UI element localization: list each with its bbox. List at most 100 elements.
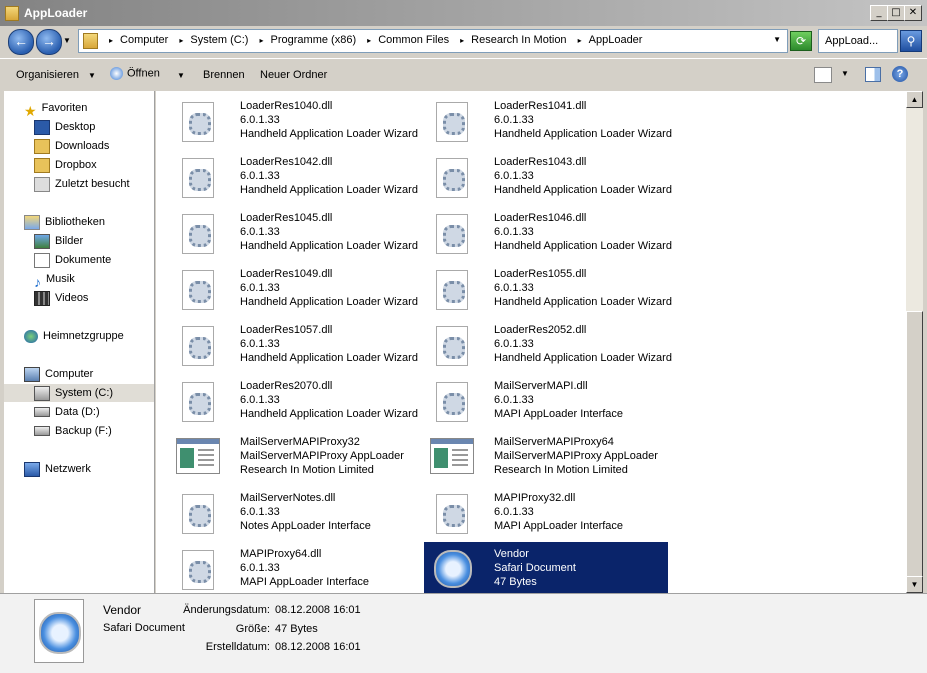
homegroup-icon — [24, 329, 38, 343]
file-tile[interactable]: LoaderRes1042.dll 6.0.1.33 Handheld Applic… — [170, 150, 418, 202]
details-file-name: Vendor — [103, 603, 142, 617]
title-bar[interactable]: AppLoader _ □ ✕ — [0, 0, 927, 26]
nav-homegroup[interactable]: Heimnetzgruppe — [24, 327, 124, 345]
file-name: MailServerMAPIProxy32 — [240, 436, 360, 448]
file-tile[interactable]: LoaderRes1041.dll 6.0.1.33 Handheld Applic… — [424, 94, 672, 146]
nav-favorites[interactable]: ★ Favoriten — [24, 99, 87, 119]
file-detail: Handheld Application Loader Wizard — [494, 352, 672, 364]
breadcrumb-item[interactable]: Computer — [120, 34, 168, 46]
forward-button[interactable]: → — [36, 29, 62, 55]
file-detail: MAPI AppLoader Interface — [494, 520, 624, 532]
nav-libraries[interactable]: Bibliotheken — [24, 213, 105, 231]
change-view-icon[interactable] — [814, 67, 832, 83]
nav-documents[interactable]: Dokumente — [34, 251, 111, 269]
file-detail: 6.0.1.33 — [240, 506, 280, 518]
nav-data-d[interactable]: Data (D:) — [34, 403, 100, 421]
dll-gear-icon — [182, 326, 214, 366]
file-tile[interactable]: LoaderRes2052.dll 6.0.1.33 Handheld Applic… — [424, 318, 672, 370]
maximize-button[interactable]: □ — [887, 5, 905, 21]
file-tile[interactable]: LoaderRes1045.dll 6.0.1.33 Handheld Applic… — [170, 206, 418, 258]
dll-gear-icon — [436, 326, 468, 366]
search-icon[interactable]: ⚲ — [900, 30, 922, 52]
search-input[interactable]: AppLoad... — [818, 29, 898, 53]
new-folder-button[interactable]: Neuer Ordner — [260, 69, 327, 81]
file-detail: Handheld Application Loader Wizard — [240, 296, 418, 308]
file-tile[interactable]: MailServerNotes.dll 6.0.1.33 Notes AppLoad… — [170, 486, 414, 538]
address-field[interactable]: ▸ Computer ▸ System (C:) ▸ Programme (x86) … — [78, 29, 788, 53]
file-name: LoaderRes1049.dll — [240, 268, 333, 280]
file-detail: Safari Document — [494, 562, 576, 574]
details-pane: Vendor Safari Document Änderungsdatum: 0… — [0, 593, 927, 673]
file-tile[interactable]: MAPIProxy32.dll 6.0.1.33 MAPI AppLoader In… — [424, 486, 668, 538]
nav-system-c[interactable]: System (C:) — [4, 384, 154, 402]
back-button[interactable]: ← — [8, 29, 34, 55]
vertical-scrollbar[interactable]: ▲ ▼ — [906, 91, 923, 593]
nav-recent[interactable]: Zuletzt besucht — [34, 175, 130, 193]
file-tile[interactable]: Vendor Safari Document 47 Bytes — [424, 542, 668, 593]
open-label: Öffnen — [127, 67, 160, 80]
organize-button[interactable]: Organisieren ▼ — [16, 69, 96, 81]
created-value: 08.12.2008 16:01 — [275, 641, 361, 653]
breadcrumb-item[interactable]: Research In Motion — [471, 34, 566, 46]
nav-dropbox[interactable]: Dropbox — [34, 156, 97, 174]
scroll-down-button[interactable]: ▼ — [906, 576, 923, 593]
file-tile[interactable]: MailServerMAPIProxy32 MailServerMAPIProxy… — [170, 430, 414, 482]
file-detail: Research In Motion Limited — [494, 464, 628, 476]
nav-pictures[interactable]: Bilder — [34, 232, 83, 250]
view-options-dropdown[interactable]: ▼ — [841, 69, 849, 78]
file-detail: 6.0.1.33 — [494, 114, 534, 126]
breadcrumb-item[interactable]: Programme (x86) — [271, 34, 357, 46]
file-tile[interactable]: LoaderRes1057.dll 6.0.1.33 Handheld Applic… — [170, 318, 418, 370]
nav-label: Dokumente — [55, 254, 112, 266]
file-tile[interactable]: MailServerMAPI.dll 6.0.1.33 MAPI AppLoader… — [424, 374, 668, 426]
file-name: LoaderRes1043.dll — [494, 156, 587, 168]
dll-gear-icon — [182, 214, 214, 254]
nav-label: Bilder — [55, 235, 84, 247]
nav-downloads[interactable]: Downloads — [34, 137, 109, 155]
windows-drive-icon — [34, 385, 50, 401]
file-tile[interactable]: LoaderRes1046.dll 6.0.1.33 Handheld Applic… — [424, 206, 672, 258]
breadcrumb-item[interactable]: AppLoader — [589, 34, 643, 46]
nav-desktop[interactable]: Desktop — [34, 118, 95, 136]
command-bar: Organisieren ▼ Öffnen ▼ Brennen Neuer Or… — [0, 58, 927, 91]
file-tile[interactable]: MailServerMAPIProxy64 MailServerMAPIProxy… — [424, 430, 668, 482]
close-button[interactable]: ✕ — [904, 5, 922, 21]
dll-gear-icon — [182, 158, 214, 198]
file-name: Vendor — [494, 548, 529, 560]
file-preview — [34, 599, 84, 663]
open-button[interactable]: Öffnen — [110, 67, 160, 80]
nav-label: Desktop — [55, 121, 96, 133]
file-tile[interactable]: LoaderRes1049.dll 6.0.1.33 Handheld Applic… — [170, 262, 418, 314]
minimize-button[interactable]: _ — [870, 5, 888, 21]
scroll-thumb[interactable] — [906, 311, 923, 579]
nav-music[interactable]: ♪ Musik — [34, 270, 75, 290]
file-detail: 6.0.1.33 — [240, 170, 280, 182]
open-dropdown[interactable]: ▼ — [177, 69, 185, 81]
breadcrumb-item[interactable]: Common Files — [378, 34, 449, 46]
burn-button[interactable]: Brennen — [203, 69, 245, 81]
file-tile[interactable]: LoaderRes1040.dll 6.0.1.33 Handheld Applic… — [170, 94, 418, 146]
nav-network[interactable]: Netzwerk — [24, 460, 91, 478]
file-tile[interactable]: LoaderRes1055.dll 6.0.1.33 Handheld Applic… — [424, 262, 672, 314]
preview-pane-icon[interactable] — [865, 67, 881, 82]
folder-icon — [83, 33, 98, 49]
file-detail: MAPI AppLoader Interface — [494, 408, 624, 420]
desktop-icon — [34, 119, 50, 135]
nav-videos[interactable]: Videos — [34, 289, 88, 307]
file-info: MAPIProxy32.dll 6.0.1.33 MAPI AppLoader In… — [494, 491, 623, 533]
breadcrumb-item[interactable]: System (C:) — [190, 34, 248, 46]
address-history-dropdown[interactable]: ▼ — [773, 35, 781, 44]
help-icon[interactable]: ? — [892, 66, 908, 82]
file-tile[interactable]: MAPIProxy64.dll 6.0.1.33 MAPI AppLoader In… — [170, 542, 414, 593]
scroll-up-button[interactable]: ▲ — [906, 91, 923, 108]
nav-label: System (C:) — [55, 387, 114, 399]
nav-computer[interactable]: Computer — [24, 365, 93, 383]
file-tile[interactable]: LoaderRes2070.dll 6.0.1.33 Handheld Applic… — [170, 374, 418, 426]
file-tile[interactable]: LoaderRes1043.dll 6.0.1.33 Handheld Applic… — [424, 150, 672, 202]
file-detail: 6.0.1.33 — [494, 394, 534, 406]
pane-divider[interactable] — [154, 91, 155, 593]
window-title: AppLoader — [24, 6, 88, 20]
recent-pages-dropdown[interactable]: ▼ — [63, 36, 71, 45]
nav-backup-f[interactable]: Backup (F:) — [34, 422, 112, 440]
refresh-icon[interactable]: ⟳ — [790, 31, 812, 51]
